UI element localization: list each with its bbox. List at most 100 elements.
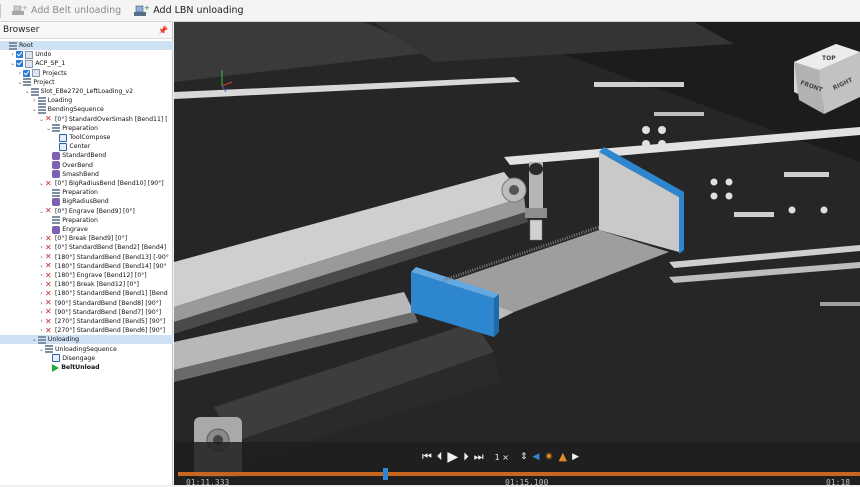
- checkbox[interactable]: [16, 60, 24, 68]
- playback-controls: ⏮ ⏴ ▶ ⏵ ⏭ 1 × ⇕ ◀ ✷ ▲ ▶: [422, 449, 579, 465]
- tree-item[interactable]: ⌄ ✕ [0°] BigRadiusBend [Bend10] [90°]: [0, 179, 173, 188]
- expanded-chevron-icon[interactable]: ⌄: [9, 59, 16, 68]
- tree-item[interactable]: › ✕ [180°] StandardBend [Bend1] [Bend: [0, 289, 173, 298]
- marker-prev-icon[interactable]: ◀: [532, 449, 539, 465]
- tree-item[interactable]: ⌄ ✕ [0°] StandardOverSmash [Bend11] [: [0, 115, 173, 124]
- tree-item[interactable]: ⌄ ACP_SP_1: [0, 59, 173, 68]
- tree-item[interactable]: ToolCompose: [0, 133, 173, 142]
- bend-icon: [52, 151, 61, 160]
- tree-item[interactable]: StandardBend: [0, 151, 173, 160]
- playback-speed[interactable]: 1 ×: [495, 453, 509, 462]
- tree-item[interactable]: › Undo: [0, 50, 173, 59]
- expanded-chevron-icon[interactable]: ⌄: [45, 124, 52, 133]
- bend-icon: [52, 170, 61, 179]
- expanded-chevron-icon[interactable]: ⌄: [31, 105, 38, 114]
- bend-icon: [52, 197, 61, 206]
- tree-item[interactable]: › ✕ [0°] StandardBend [Bend2] [Bend4]: [0, 243, 173, 252]
- collapsed-chevron-icon[interactable]: ›: [38, 253, 45, 262]
- sequence-icon: [9, 41, 17, 50]
- tree-item-label: OverBend: [62, 161, 93, 169]
- tree-item[interactable]: › ✕ [180°] StandardBend [Bend14] [90°: [0, 262, 173, 271]
- collapsed-chevron-icon[interactable]: ›: [38, 289, 45, 298]
- document-icon: [25, 50, 34, 59]
- sequence-icon: [37, 105, 46, 114]
- tree-item[interactable]: Center: [0, 142, 173, 151]
- tree-item-label: Preparation: [62, 216, 98, 224]
- skip-to-end-icon[interactable]: ⏭: [474, 449, 484, 465]
- bend-step-icon: ✕: [45, 298, 52, 308]
- tree-item[interactable]: › ✕ [0°] Break [Bend9] [0°]: [0, 234, 173, 243]
- tree-item[interactable]: Preparation: [0, 216, 173, 225]
- bend-step-icon: ✕: [45, 271, 52, 280]
- tree-item[interactable]: BigRadiusBend: [0, 197, 173, 206]
- timeline-playhead[interactable]: [383, 468, 388, 480]
- expanded-chevron-icon[interactable]: ⌄: [24, 87, 31, 96]
- 3d-viewport[interactable]: TOP FRONT RIGHT ⏮ ⏴ ▶ ⏵ ⏭ 1 × ⇕ ◀ ✷ ▲ ▶: [174, 22, 860, 485]
- collapsed-chevron-icon[interactable]: ›: [38, 262, 45, 271]
- collapsed-chevron-icon[interactable]: ›: [38, 234, 45, 243]
- collapsed-chevron-icon[interactable]: ›: [38, 308, 45, 317]
- collapsed-chevron-icon[interactable]: ›: [38, 243, 45, 252]
- tree-item[interactable]: Disengage: [0, 354, 173, 363]
- tree-item[interactable]: BeltUnload: [0, 363, 173, 372]
- tree-item-label: BigRadiusBend: [62, 198, 109, 206]
- tree-item[interactable]: ⌄ UnloadingSequence: [0, 345, 173, 354]
- expanded-chevron-icon[interactable]: ⌄: [38, 345, 45, 354]
- tree-item-label: [0°] BigRadiusBend [Bend10] [90°]: [55, 180, 164, 187]
- expanded-chevron-icon[interactable]: ⌄: [16, 78, 23, 87]
- tree-item[interactable]: SmashBend: [0, 170, 173, 179]
- tree-item[interactable]: ⌄ BendingSequence: [0, 105, 173, 114]
- step-forward-icon[interactable]: ⏵: [463, 449, 469, 465]
- tree-item[interactable]: Engrave: [0, 225, 173, 234]
- expanded-chevron-icon[interactable]: ⌄: [31, 335, 38, 344]
- collapsed-chevron-icon[interactable]: ›: [38, 280, 45, 289]
- expanded-chevron-icon[interactable]: ⌄: [38, 115, 45, 124]
- tree-item[interactable]: › Loading: [0, 96, 173, 105]
- collapsed-chevron-icon[interactable]: ›: [9, 50, 16, 59]
- collapsed-chevron-icon[interactable]: ›: [31, 96, 38, 105]
- tree-item[interactable]: ⌄ ✕ [0°] Engrave [Bend9] [0°]: [0, 207, 173, 216]
- light-icon[interactable]: ✷: [544, 449, 553, 465]
- bend-step-icon: ✕: [45, 114, 52, 124]
- tree-item[interactable]: Preparation: [0, 188, 173, 197]
- expanded-chevron-icon[interactable]: ⌄: [38, 179, 45, 188]
- collapsed-chevron-icon[interactable]: ›: [38, 317, 45, 326]
- speed-stepper-icon[interactable]: ⇕: [520, 449, 528, 465]
- tree-item[interactable]: › ✕ [180°] Break [Bend12] [0°]: [0, 280, 173, 289]
- collapsed-chevron-icon[interactable]: ›: [38, 299, 45, 308]
- expanded-chevron-icon[interactable]: ⌄: [38, 207, 45, 216]
- collapsed-chevron-icon[interactable]: ›: [38, 271, 45, 280]
- pin-icon[interactable]: 📌: [158, 26, 168, 35]
- add-belt-unloading-button[interactable]: + Add Belt unloading: [5, 0, 127, 22]
- tree-item[interactable]: ⌄ Preparation: [0, 124, 173, 133]
- timeline-bar[interactable]: [178, 472, 860, 476]
- warning-icon[interactable]: ▲: [559, 449, 567, 465]
- tree-item[interactable]: Root: [0, 41, 173, 50]
- checkbox[interactable]: [23, 69, 31, 77]
- skip-to-start-icon[interactable]: ⏮: [422, 449, 432, 465]
- time-end-label: 01:18: [826, 478, 851, 487]
- marker-next-icon[interactable]: ▶: [572, 449, 579, 465]
- tree-item[interactable]: › ✕ [90°] StandardBend [Bend7] [90°]: [0, 308, 173, 317]
- checkbox[interactable]: [16, 51, 24, 59]
- tree-item-label: Slot_EBe2720_LeftLoading_v2: [40, 88, 134, 95]
- add-lbn-unloading-button[interactable]: + Add LBN unloading: [127, 0, 249, 22]
- document-icon: [25, 59, 34, 68]
- tree-item[interactable]: › ✕ [90°] StandardBend [Bend8] [90°]: [0, 299, 173, 308]
- play-icon[interactable]: ▶: [447, 449, 458, 465]
- time-current-label: 01:15.100: [505, 478, 549, 487]
- step-back-icon[interactable]: ⏴: [437, 449, 443, 465]
- tree-item[interactable]: ⌄ Project: [0, 78, 173, 87]
- tree-item[interactable]: › ✕ [180°] Engrave [Bend12] [0°]: [0, 271, 173, 280]
- tree-item[interactable]: › ✕ [270°] StandardBend [Bend5] [90°]: [0, 317, 173, 326]
- tree-item[interactable]: › ✕ [180°] StandardBend [Bend13] [-90°: [0, 253, 173, 262]
- tree-item[interactable]: ⌄ Unloading: [0, 335, 173, 345]
- tree-item[interactable]: ⌄ Slot_EBe2720_LeftLoading_v2: [0, 87, 173, 96]
- tree-item[interactable]: OverBend: [0, 161, 173, 170]
- tree-item[interactable]: › ✕ [270°] StandardBend [Bend6] [90°]: [0, 326, 173, 335]
- add-belt-unloading-label: Add Belt unloading: [31, 5, 122, 16]
- collapsed-chevron-icon[interactable]: ›: [38, 326, 45, 335]
- tree-item-label: [90°] StandardBend [Bend8] [90°]: [55, 299, 162, 307]
- tree-item-label: [270°] StandardBend [Bend6] [90°]: [55, 327, 166, 335]
- tree-item[interactable]: › Projects: [0, 69, 173, 78]
